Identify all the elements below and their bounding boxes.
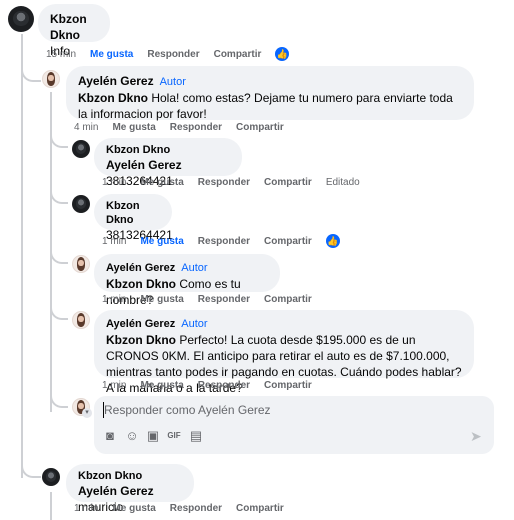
reply-bubble: Ayelén Gerez Autor Kbzon Dkno Como es tu …: [94, 254, 280, 307]
avatar-sticker-icon[interactable]: ▤: [188, 428, 204, 444]
reply-time[interactable]: 1 min: [102, 294, 126, 305]
thread-elbow: [50, 130, 68, 148]
camera-icon[interactable]: ▣: [145, 428, 161, 444]
reply-button[interactable]: Responder: [198, 236, 250, 247]
reply-actions: 1 min Me gusta Responder Compartir 👍: [102, 234, 340, 248]
reply-button[interactable]: Responder: [198, 177, 250, 188]
reply-actions: 1 min Me gusta Responder Compartir: [74, 503, 298, 514]
avatar[interactable]: [72, 195, 90, 213]
edited-label: Editado: [325, 177, 360, 188]
mention-tag[interactable]: Kbzon Dkno: [106, 277, 176, 291]
share-button[interactable]: Compartir: [264, 236, 312, 247]
thread-elbow: [50, 246, 68, 264]
reply-actions: 4 min Me gusta Responder Compartir: [74, 122, 298, 133]
thread-line-main: [21, 34, 23, 478]
reply-bubble: Kbzon Dkno 3813264421: [94, 194, 173, 242]
thread-elbow: [50, 302, 68, 320]
reply-bubble: Ayelén Gerez Autor Kbzon Dkno Hola! como …: [66, 66, 474, 121]
thread-elbow: [50, 186, 68, 204]
reply-time[interactable]: 1 min: [74, 503, 98, 514]
like-reaction-icon[interactable]: 👍: [275, 47, 290, 61]
avatar[interactable]: [72, 311, 90, 329]
avatar[interactable]: [42, 468, 60, 486]
like-button[interactable]: Me gusta: [140, 236, 183, 247]
like-button[interactable]: Me gusta: [140, 380, 183, 391]
reply-actions: 1 min Me gusta Responder Compartir: [102, 294, 326, 305]
reply-time[interactable]: 1 min: [102, 380, 126, 391]
reply-author[interactable]: Kbzon Dkno: [78, 469, 182, 483]
reply-bubble: Ayelén Gerez Autor Kbzon Dkno Perfecto! L…: [94, 310, 474, 395]
reply-actions: 1 min Me gusta Responder Compartir: [102, 380, 326, 391]
share-button[interactable]: Compartir: [264, 177, 312, 188]
thread-elbow: [21, 440, 41, 478]
thread-line-nested: [50, 492, 52, 520]
mention-tag[interactable]: Kbzon Dkno: [106, 333, 176, 347]
comment-time[interactable]: 15 min: [46, 49, 76, 60]
send-icon[interactable]: ➤: [470, 428, 482, 445]
mention-tag[interactable]: Kbzon Dkno: [78, 91, 148, 105]
like-button[interactable]: Me gusta: [140, 294, 183, 305]
reply-author[interactable]: Ayelén Gerez: [106, 318, 175, 330]
reply-input[interactable]: Responder como Ayelén Gerez: [104, 403, 271, 417]
like-button[interactable]: Me gusta: [90, 49, 133, 60]
reply-bubble: Kbzon Dkno Ayelén Gerez mauricio: [66, 464, 194, 514]
reply-time[interactable]: 1 min: [102, 236, 126, 247]
share-button[interactable]: Compartir: [236, 503, 284, 514]
reply-bubble: Kbzon Dkno Ayelén Gerez 3813264421: [94, 138, 242, 188]
reply-button[interactable]: Responder: [198, 380, 250, 391]
chevron-down-icon[interactable]: ▾: [82, 408, 92, 418]
avatar[interactable]: [8, 6, 34, 32]
like-button[interactable]: Me gusta: [140, 177, 183, 188]
reply-button[interactable]: Responder: [147, 49, 199, 60]
like-button[interactable]: Me gusta: [112, 503, 155, 514]
comment-bubble: Kbzon Dkno Info: [38, 4, 110, 58]
sticker-icon[interactable]: ◙: [102, 428, 118, 444]
reply-button[interactable]: Responder: [170, 503, 222, 514]
author-badge: Autor: [159, 76, 186, 88]
mention-tag[interactable]: Ayelén Gerez: [106, 158, 182, 172]
share-button[interactable]: Compartir: [264, 380, 312, 391]
avatar[interactable]: [42, 70, 60, 88]
thread-elbow: [50, 390, 68, 408]
reply-actions: 1 min Me gusta Responder Compartir Edita…: [102, 177, 374, 188]
emoji-icon[interactable]: ☺: [124, 428, 140, 444]
reply-author[interactable]: Ayelén Gerez: [78, 74, 154, 88]
reply-author[interactable]: Kbzon Dkno: [106, 199, 160, 227]
author-badge: Autor: [181, 262, 208, 274]
reply-time[interactable]: 1 min: [102, 177, 126, 188]
reply-button[interactable]: Responder: [198, 294, 250, 305]
author-badge: Autor: [181, 318, 208, 330]
mention-tag[interactable]: Ayelén Gerez: [78, 484, 154, 498]
avatar[interactable]: [72, 255, 90, 273]
share-button[interactable]: Compartir: [236, 122, 284, 133]
avatar[interactable]: [72, 140, 90, 158]
thread-elbow: [21, 60, 41, 82]
share-button[interactable]: Compartir: [214, 49, 262, 60]
like-button[interactable]: Me gusta: [112, 122, 155, 133]
gif-icon[interactable]: GIF: [166, 428, 182, 444]
share-button[interactable]: Compartir: [264, 294, 312, 305]
reply-author[interactable]: Ayelén Gerez: [106, 262, 175, 274]
reply-author[interactable]: Kbzon Dkno: [106, 143, 230, 157]
comment-author[interactable]: Kbzon Dkno: [50, 11, 98, 43]
reply-button[interactable]: Responder: [170, 122, 222, 133]
like-reaction-icon[interactable]: 👍: [325, 234, 340, 248]
comment-actions: 15 min Me gusta Responder Compartir 👍: [46, 47, 290, 61]
reply-time[interactable]: 4 min: [74, 122, 98, 133]
